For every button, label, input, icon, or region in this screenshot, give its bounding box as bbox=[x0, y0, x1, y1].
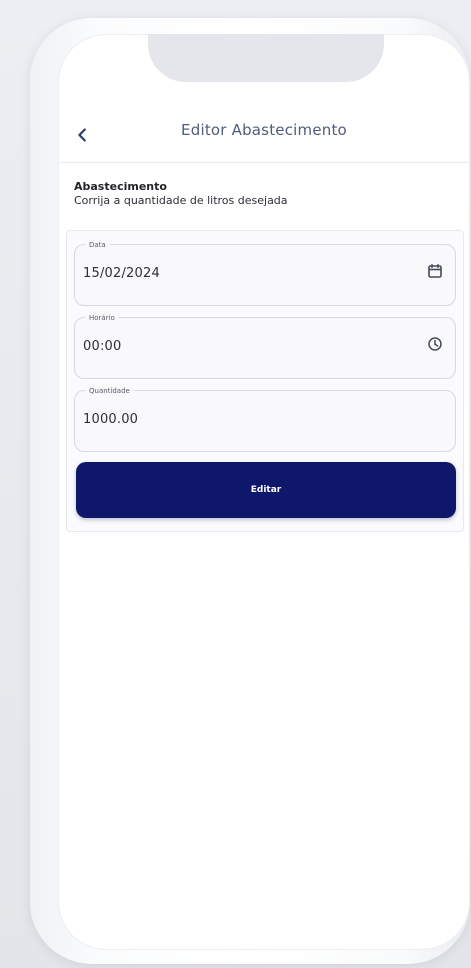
edit-button[interactable]: Editar bbox=[76, 462, 456, 518]
date-field[interactable]: Data 15/02/2024 bbox=[74, 240, 456, 306]
app-header: Editor Abastecimento bbox=[58, 119, 470, 163]
time-value[interactable]: 00:00 bbox=[83, 339, 121, 354]
quantity-field[interactable]: Quantidade 1000.00 bbox=[74, 386, 456, 452]
app-screen: Editor Abastecimento Abastecimento Corri… bbox=[58, 34, 470, 950]
time-label: Horário bbox=[85, 313, 119, 323]
time-field[interactable]: Horário 00:00 bbox=[74, 313, 456, 379]
clock-icon[interactable] bbox=[425, 334, 445, 354]
section-subtitle: Corrija a quantidade de litros desejada bbox=[74, 194, 288, 207]
section-title: Abastecimento bbox=[74, 180, 167, 193]
date-label: Data bbox=[85, 240, 110, 250]
phone-notch bbox=[148, 34, 384, 82]
quantity-value[interactable]: 1000.00 bbox=[83, 412, 138, 427]
mockup-background: Editor Abastecimento Abastecimento Corri… bbox=[0, 0, 471, 968]
quantity-label: Quantidade bbox=[85, 386, 134, 396]
page-title: Editor Abastecimento bbox=[181, 121, 347, 139]
calendar-icon[interactable] bbox=[425, 261, 445, 281]
date-value[interactable]: 15/02/2024 bbox=[83, 266, 160, 281]
